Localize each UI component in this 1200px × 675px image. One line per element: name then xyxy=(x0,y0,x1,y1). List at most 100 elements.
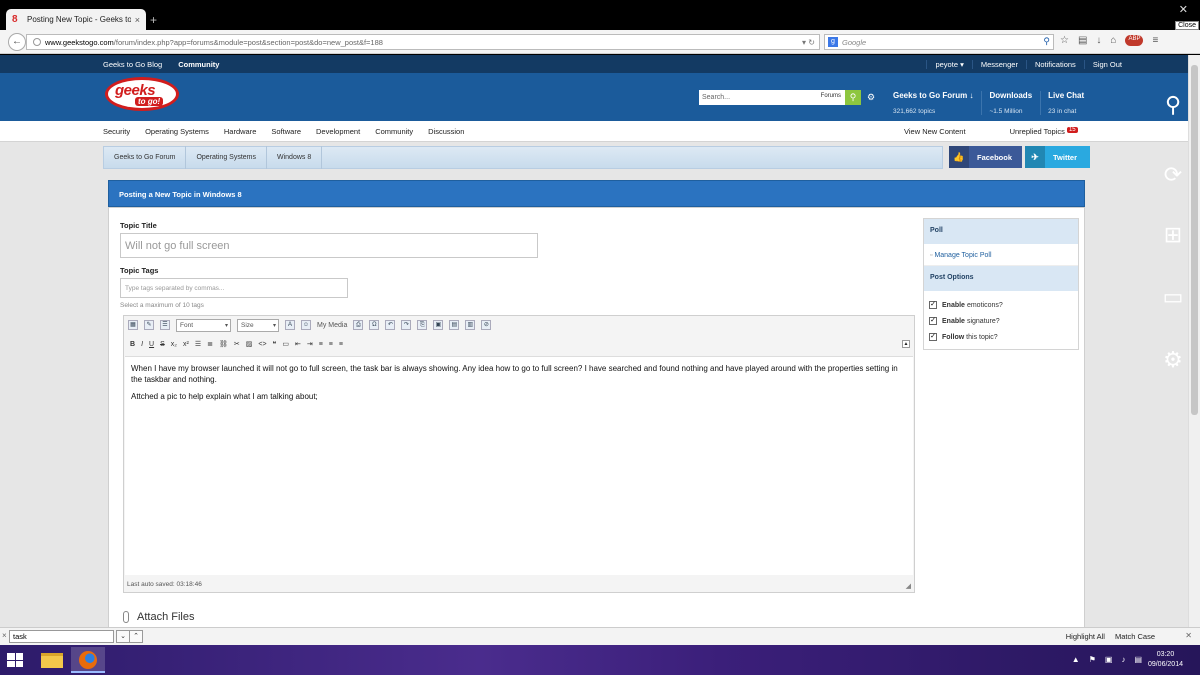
tray-expand-icon[interactable]: ▲ xyxy=(1072,655,1080,664)
manage-poll-link[interactable]: Manage Topic Poll xyxy=(924,244,1078,266)
bookmark-star-icon[interactable]: ☆ xyxy=(1060,35,1069,46)
window-close-icon[interactable]: ✕ xyxy=(1179,3,1188,16)
cat-discussion[interactable]: Discussion xyxy=(428,127,464,136)
user-menu[interactable]: peyote ▾ xyxy=(926,60,971,69)
print-icon[interactable]: ⎙ xyxy=(353,320,364,330)
bold-button[interactable]: B xyxy=(130,341,135,348)
find-close-icon[interactable]: × xyxy=(2,631,7,640)
firefox-icon[interactable] xyxy=(71,647,105,673)
spoiler-icon[interactable]: ▭ xyxy=(282,340,289,348)
text-color-icon[interactable]: A xyxy=(285,320,295,330)
align-center-icon[interactable]: ≡ xyxy=(329,341,333,348)
search-charm-icon[interactable]: ⚲ xyxy=(1158,90,1188,120)
option-follow[interactable]: ✓ Follow this topic? xyxy=(924,329,1078,345)
subscript-button[interactable]: x₂ xyxy=(171,341,177,348)
action-center-flag-icon[interactable]: ⚑ xyxy=(1089,655,1096,664)
bullet-list-icon[interactable]: ☰ xyxy=(195,340,201,348)
nav-community-link[interactable]: Community xyxy=(178,60,219,69)
unreplied-topics-link[interactable]: Unreplied Topics 15 xyxy=(1010,127,1078,136)
search-scope[interactable]: Forums xyxy=(821,93,841,99)
no-format-icon[interactable]: ⊘ xyxy=(481,320,492,330)
devices-charm-icon[interactable]: ▭ xyxy=(1158,282,1188,312)
post-body-textarea[interactable]: When I have my browser launched it will … xyxy=(125,356,913,575)
highlight-all-button[interactable]: Highlight All xyxy=(1066,632,1105,641)
back-button[interactable]: ← xyxy=(8,33,26,51)
option-emoticons[interactable]: ✓ Enable emoticons? xyxy=(924,297,1078,313)
nav-blog-link[interactable]: Geeks to Go Blog xyxy=(103,60,162,69)
indent-icon[interactable]: ⇥ xyxy=(307,340,313,348)
breadcrumb-windows-8[interactable]: Windows 8 xyxy=(267,146,323,169)
share-charm-icon[interactable]: ⟳ xyxy=(1158,160,1188,190)
my-media-button[interactable]: My Media xyxy=(317,322,347,329)
facebook-button[interactable]: 👍 Facebook xyxy=(949,146,1022,168)
topic-tags-input[interactable]: Type tags separated by commas... xyxy=(120,278,348,298)
attach-files-section[interactable]: Attach Files xyxy=(123,611,194,623)
reload-icon[interactable]: ▾ ↻ xyxy=(802,38,815,47)
resize-grip-icon[interactable]: ◢ xyxy=(906,582,911,590)
checkbox-follow[interactable]: ✓ xyxy=(929,333,937,341)
quote-icon[interactable]: ❝ xyxy=(273,340,277,348)
image-icon[interactable]: ▨ xyxy=(246,340,253,348)
unlink-icon[interactable]: ✂ xyxy=(234,340,240,348)
breadcrumb-forum[interactable]: Geeks to Go Forum xyxy=(104,146,187,169)
font-select[interactable]: Font ▾ xyxy=(176,318,231,332)
superscript-button[interactable]: x² xyxy=(183,341,189,348)
google-icon[interactable]: g xyxy=(828,37,838,47)
find-next-button[interactable]: ⌄ xyxy=(116,630,130,643)
breadcrumb-operating-systems[interactable]: Operating Systems xyxy=(186,146,267,169)
browser-search-input[interactable]: g Google ⚲ xyxy=(824,34,1054,50)
copy-icon[interactable]: ⎘ xyxy=(417,320,428,330)
match-case-button[interactable]: Match Case xyxy=(1115,632,1155,641)
cat-operating-systems[interactable]: Operating Systems xyxy=(145,127,209,136)
start-button[interactable] xyxy=(7,653,23,667)
browser-tab[interactable]: 8 Posting New Topic - Geeks to ... × xyxy=(6,9,146,30)
keyboard-icon[interactable]: ▤ xyxy=(1134,655,1142,664)
messenger-link[interactable]: Messenger xyxy=(971,60,1026,69)
expand-editor-icon[interactable]: ▲ xyxy=(902,340,910,348)
spellcheck-icon[interactable]: ☰ xyxy=(160,320,170,330)
stat-live-chat[interactable]: Live Chat 23 in chat xyxy=(1048,91,1092,115)
settings-charm-icon[interactable]: ⚙ xyxy=(1158,345,1188,375)
volume-icon[interactable]: ♪ xyxy=(1121,655,1125,664)
paste-text-icon[interactable]: ▤ xyxy=(449,320,460,330)
special-char-icon[interactable]: Ω xyxy=(369,320,380,330)
address-bar[interactable]: www.geekstogo.com /forum/index.php?app=f… xyxy=(26,34,820,50)
stat-downloads[interactable]: Downloads ~1.5 Million xyxy=(989,91,1042,115)
sign-out-link[interactable]: Sign Out xyxy=(1083,60,1130,69)
numbered-list-icon[interactable]: ≣ xyxy=(207,340,213,348)
start-charm-icon[interactable]: ⊞ xyxy=(1158,220,1188,250)
view-new-content-link[interactable]: View New Content xyxy=(904,127,966,136)
source-icon[interactable]: ▦ xyxy=(128,320,138,330)
home-icon[interactable]: ⌂ xyxy=(1110,35,1116,46)
find-prev-button[interactable]: ⌃ xyxy=(129,630,143,643)
remove-format-icon[interactable]: ✎ xyxy=(144,320,154,330)
align-left-icon[interactable]: ≡ xyxy=(319,341,323,348)
adblock-icon[interactable]: ABP xyxy=(1125,35,1144,46)
redo-icon[interactable]: ↷ xyxy=(401,320,412,330)
strikethrough-button[interactable]: S xyxy=(160,341,165,348)
search-icon[interactable]: ⚲ xyxy=(1043,36,1050,47)
outdent-icon[interactable]: ⇤ xyxy=(295,340,301,348)
twitter-button[interactable]: ✈ Twitter xyxy=(1025,146,1090,168)
notifications-link[interactable]: Notifications xyxy=(1025,60,1084,69)
link-icon[interactable]: ⛓ xyxy=(219,340,228,348)
find-input[interactable]: task xyxy=(9,630,114,643)
site-search-button[interactable]: ⚲ xyxy=(845,90,861,105)
menu-icon[interactable]: ≡ xyxy=(1152,35,1158,46)
align-right-icon[interactable]: ≡ xyxy=(339,341,343,348)
download-icon[interactable]: ↓ xyxy=(1096,35,1101,46)
stat-forum[interactable]: Geeks to Go Forum ↓ 321,662 topics xyxy=(893,91,983,115)
italic-button[interactable]: I xyxy=(141,341,143,348)
bookmarks-list-icon[interactable]: ▤ xyxy=(1078,35,1087,46)
topic-title-input[interactable]: Will not go full screen xyxy=(120,233,538,258)
tab-close-icon[interactable]: × xyxy=(135,15,140,25)
file-explorer-icon[interactable] xyxy=(35,647,69,673)
site-search-input[interactable]: Search... Forums ⚲ xyxy=(699,90,861,105)
code-icon[interactable]: <> xyxy=(258,341,266,348)
undo-icon[interactable]: ↶ xyxy=(385,320,396,330)
cat-security[interactable]: Security xyxy=(103,127,130,136)
site-logo[interactable]: geeks to go! xyxy=(105,77,179,113)
cat-development[interactable]: Development xyxy=(316,127,360,136)
checkbox-signature[interactable]: ✓ xyxy=(929,317,937,325)
new-tab-button[interactable]: + xyxy=(150,13,157,27)
